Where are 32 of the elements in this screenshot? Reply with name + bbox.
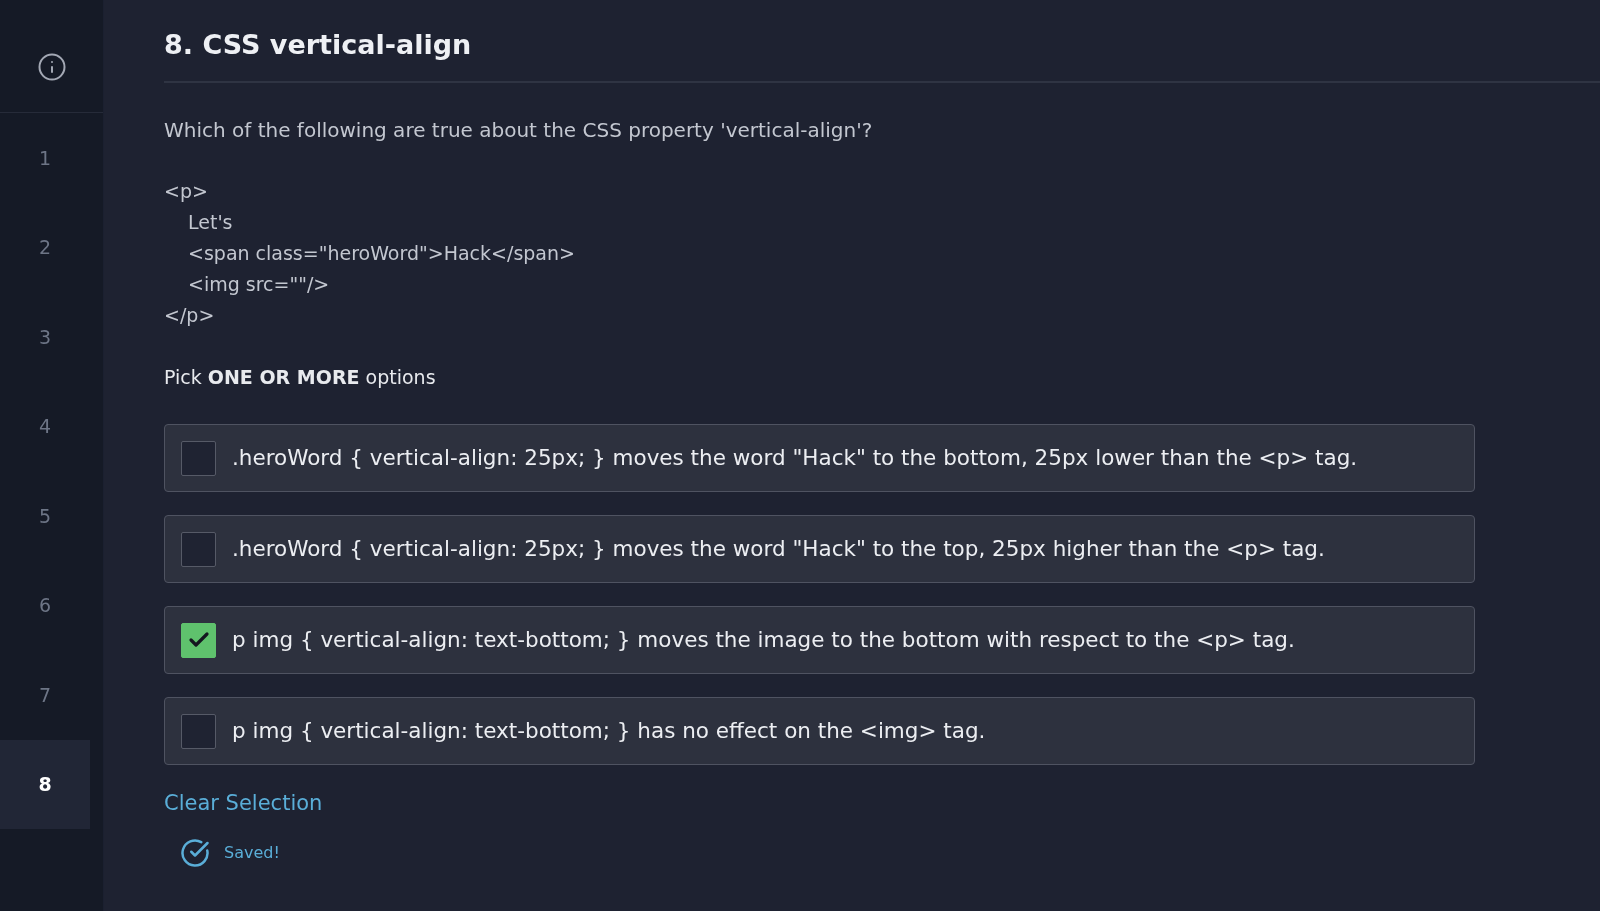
clear-selection-link[interactable]: Clear Selection <box>164 788 323 818</box>
saved-check-icon <box>180 838 210 868</box>
question-number[interactable]: 6 <box>0 560 90 650</box>
question-number[interactable]: 4 <box>0 381 90 471</box>
checkbox[interactable] <box>181 440 216 476</box>
question-number[interactable]: 8 <box>0 739 90 829</box>
option-text: p img { vertical-align: text-bottom; } has no effect on the <img> tag. <box>232 717 986 745</box>
code-line: </p> <box>164 303 215 328</box>
code-line: <img src=""/> <box>188 272 330 297</box>
question-number[interactable]: 5 <box>0 471 90 561</box>
question-number[interactable]: 7 <box>0 650 90 740</box>
code-line: <span class="heroWord">Hack</span> <box>188 241 575 266</box>
saved-status: Saved! <box>224 842 280 864</box>
option-text: .heroWord { vertical-align: 25px; } moves the word "Hack" to the bottom, 25px lower than the <p> tag. <box>232 444 1358 472</box>
checkbox[interactable] <box>181 622 216 658</box>
code-line: Let's <box>188 210 233 235</box>
answer-option[interactable]: p img { vertical-align: text-bottom; } moves the image to the bottom with respect to the <p> tag. <box>164 606 1475 674</box>
question-number[interactable]: 3 <box>0 292 90 382</box>
checkbox[interactable] <box>181 713 216 749</box>
instruction-text: Pick ONE OR MORE options <box>164 365 436 390</box>
info-icon[interactable] <box>36 52 67 82</box>
code-line: <p> <box>164 179 208 204</box>
question-title: 8. CSS vertical-align <box>164 28 472 62</box>
answer-option[interactable]: p img { vertical-align: text-bottom; } has no effect on the <img> tag. <box>164 697 1475 765</box>
answer-option[interactable]: .heroWord { vertical-align: 25px; } moves the word "Hack" to the top, 25px higher than the <p> tag. <box>164 515 1475 583</box>
option-text: p img { vertical-align: text-bottom; } moves the image to the bottom with respect to the <p> tag. <box>232 626 1295 654</box>
answer-option[interactable]: .heroWord { vertical-align: 25px; } moves the word "Hack" to the bottom, 25px lower than the <p> tag. <box>164 424 1475 492</box>
question-prompt: Which of the following are true about the CSS property 'vertical-align'? <box>164 118 873 142</box>
question-number[interactable]: 1 <box>0 113 90 203</box>
checkbox[interactable] <box>181 531 216 567</box>
option-text: .heroWord { vertical-align: 25px; } moves the word "Hack" to the top, 25px higher than the <p> tag. <box>232 535 1325 563</box>
question-number[interactable]: 2 <box>0 202 90 292</box>
